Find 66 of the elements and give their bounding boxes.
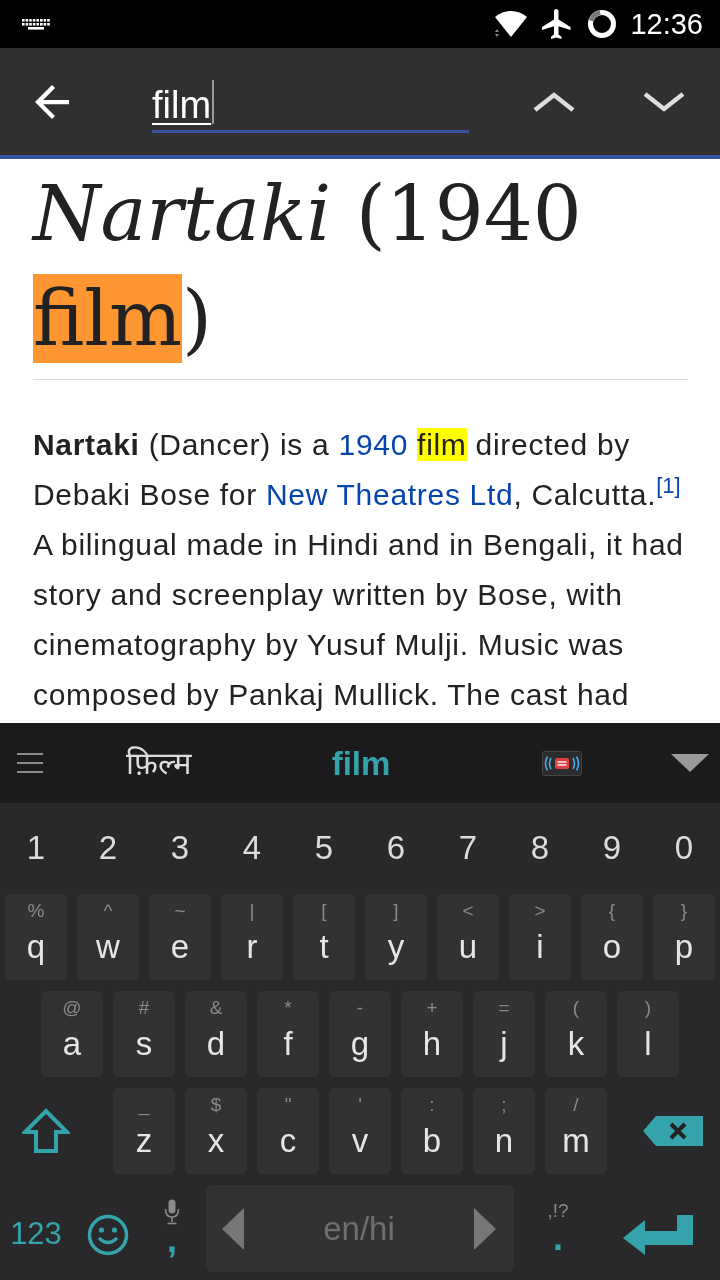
comma-key[interactable]: , [144,1185,200,1272]
number-key[interactable]: 0 [648,812,720,882]
chevron-up-icon [532,90,576,113]
letter-key[interactable]: ' v [329,1088,391,1174]
letter-key[interactable]: ; n [473,1088,535,1174]
letter-key[interactable]: ^ w [77,894,139,980]
letter-key[interactable]: & d [185,991,247,1077]
link[interactable]: New Theatres Ltd [266,478,514,511]
letter-key[interactable]: > i [509,894,571,980]
number-key[interactable]: 9 [576,812,648,882]
keyboard-icon [22,18,50,30]
chevron-down-icon [642,90,686,113]
current-search-match: film [33,274,182,363]
letter-key[interactable]: @ a [41,991,103,1077]
letter-key[interactable]: ] y [365,894,427,980]
link[interactable]: 1940 [338,428,409,461]
letter-key[interactable]: ) l [617,991,679,1077]
letter-key[interactable]: ( k [545,991,607,1077]
letter-key[interactable]: % q [5,894,67,980]
letter-key[interactable]: - g [329,991,391,1077]
shift-icon [22,1108,70,1154]
wifi-icon [493,10,530,38]
letter-key[interactable]: = j [473,991,535,1077]
letter-key[interactable]: / m [545,1088,607,1174]
letter-key[interactable]: _ z [113,1088,175,1174]
search-match: film [417,428,467,461]
number-key[interactable]: 3 [144,812,216,882]
microphone-icon [164,1199,180,1225]
number-key[interactable]: 1 [0,812,72,882]
period-key[interactable]: ,!? . [520,1185,596,1272]
number-key[interactable]: 2 [72,812,144,882]
number-key[interactable]: 4 [216,812,288,882]
triangle-down-icon [671,754,709,772]
letter-key[interactable]: : b [401,1088,463,1174]
letter-key[interactable]: { o [581,894,643,980]
triangle-left-icon [222,1207,244,1250]
menu-icon [17,752,43,774]
suggestion[interactable]: film [258,735,464,791]
letter-key[interactable]: [ t [293,894,355,980]
text-cursor [212,80,215,124]
letter-key[interactable]: $ x [185,1088,247,1174]
article-title: Nartaki (1940 film) [33,161,688,380]
number-key[interactable]: 8 [504,812,576,882]
number-key[interactable]: 7 [432,812,504,882]
arrow-left-icon [35,84,69,119]
airplane-icon [542,9,573,39]
letter-key[interactable]: + h [401,991,463,1077]
suggestion[interactable]: फ़िल्म [60,735,258,791]
article-paragraph: Nartaki (Dancer) is a 1940 film directed by Debaki Bose for New Theatres Ltd, Calcutta.$^{[1]}$ A bilingual made in Hindi and in Bengali, it had story and screenplay written by Bose, with cinematography by Yusuf Mulji. Music was composed by Pankaj Mullick. The cast had [33,427,685,713]
radio-device-icon [542,750,582,776]
smiley-icon [87,1213,129,1256]
letter-key[interactable]: } p [653,894,715,980]
number-key[interactable]: 5 [288,812,360,882]
symbols-key[interactable]: 123 [0,1185,72,1272]
citation-link[interactable]: [1] [656,473,681,498]
letter-key[interactable]: < u [437,894,499,980]
number-key[interactable]: 6 [360,812,432,882]
clock-time: 12:36 [630,9,703,39]
ring-icon [587,9,618,39]
letter-key[interactable]: * f [257,991,319,1077]
letter-key[interactable]: " c [257,1088,319,1174]
letter-key[interactable]: | r [221,894,283,980]
triangle-right-icon [474,1207,496,1250]
letter-key[interactable]: # s [113,991,175,1077]
backspace-icon [643,1116,703,1146]
letter-key[interactable]: ~ e [149,894,211,980]
